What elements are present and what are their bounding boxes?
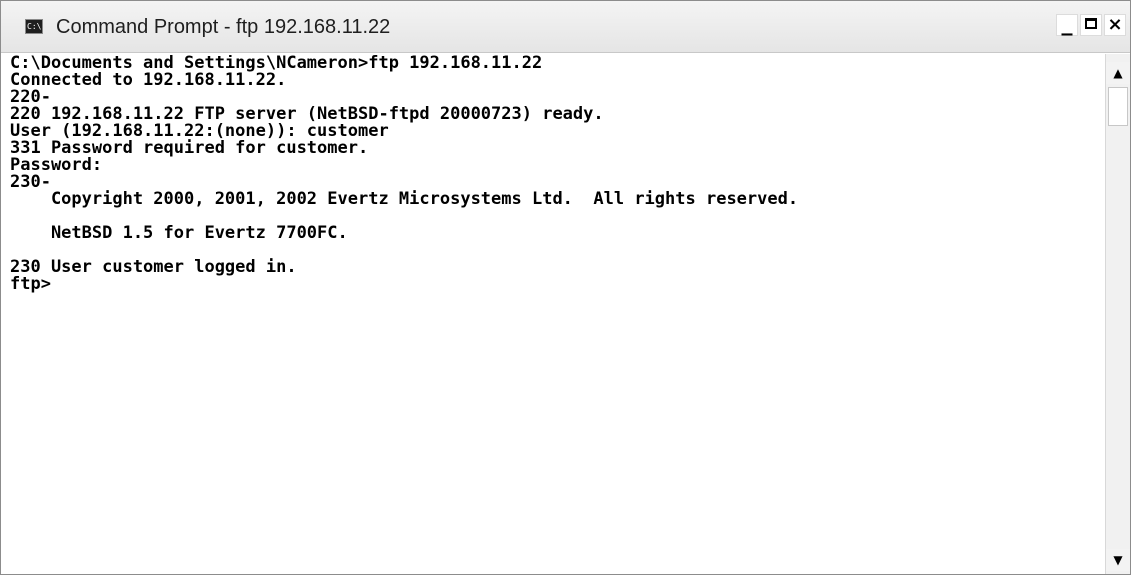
window-title: Command Prompt - ftp 192.168.11.22 [56,16,391,38]
maximize-button[interactable] [1080,14,1102,36]
title-bar[interactable]: C:\ Command Prompt - ftp 192.168.11.22 _… [1,1,1130,53]
console-output[interactable]: C:\Documents and Settings\NCameron>ftp 1… [10,55,1107,571]
console-line: 230 User customer logged in. [10,257,297,277]
maximize-icon [1085,18,1097,29]
scroll-down-button[interactable]: ▼ [1106,549,1130,571]
scroll-up-arrow-icon: ▲ [1113,66,1123,80]
scroll-thumb[interactable] [1108,87,1128,126]
minimize-icon: _ [1061,11,1073,36]
console-line: ftp> [10,274,51,294]
close-icon: × [1107,14,1123,35]
command-prompt-icon[interactable]: C:\ [25,19,43,34]
console-line: Copyright 2000, 2001, 2002 Evertz Micros… [10,189,799,209]
window-controls: _ × [1056,11,1126,36]
console-line: Connected to 192.168.11.22. [10,70,287,90]
console-line: Password: [10,155,103,175]
console-line: 331 Password required for customer. [10,138,369,158]
scroll-down-arrow-icon: ▼ [1113,553,1123,567]
vertical-scrollbar[interactable]: ▲ ▼ [1105,54,1130,574]
console-line: NetBSD 1.5 for Evertz 7700FC. [10,223,348,243]
minimize-button[interactable]: _ [1056,11,1078,36]
scroll-up-button[interactable]: ▲ [1106,62,1130,84]
command-prompt-window: C:\ Command Prompt - ftp 192.168.11.22 _… [0,0,1131,575]
close-button[interactable]: × [1104,14,1126,36]
